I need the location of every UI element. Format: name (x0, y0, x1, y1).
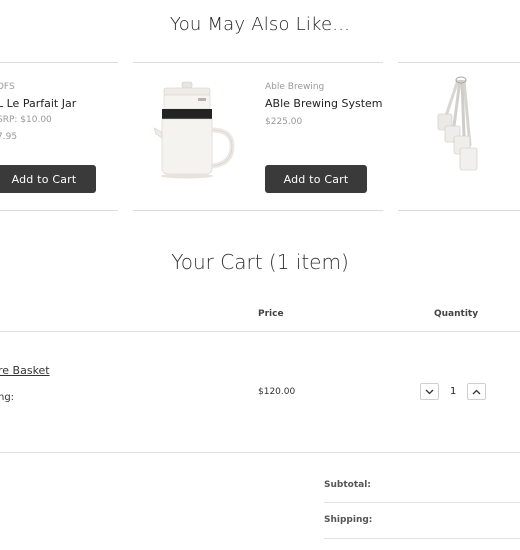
card-bottom-border (133, 210, 383, 211)
price-column-header: Price (258, 309, 284, 319)
measuring-spoons-product-image[interactable] (436, 76, 482, 178)
summary-divider (324, 538, 520, 539)
chevron-down-icon (425, 389, 434, 394)
subtotal-label: Subtotal: (324, 480, 371, 490)
cart-row-divider (0, 452, 520, 453)
cart-item-price: $120.00 (258, 387, 296, 397)
cart-item-option: ng: (0, 392, 15, 403)
product-name-link[interactable]: ABle Brewing System (265, 97, 383, 110)
card-bottom-border (0, 210, 118, 211)
product-price: $225.00 (265, 117, 303, 127)
cart-title: Your Cart (1 item) (171, 250, 349, 274)
add-to-cart-button[interactable]: Add to Cart (265, 165, 367, 193)
card-bottom-border (398, 210, 520, 211)
product-price: SRP: $10.00 (0, 115, 52, 125)
card-top-border (133, 62, 383, 63)
table-header-divider (0, 331, 520, 332)
card-top-border (398, 62, 520, 63)
summary-divider (324, 502, 520, 503)
product-brand: DFS (0, 82, 15, 92)
quantity-value[interactable]: 1 (450, 386, 456, 397)
shipping-label: Shipping: (324, 515, 373, 525)
chevron-up-icon (472, 389, 481, 394)
quantity-decrease-button[interactable] (420, 383, 439, 400)
card-top-border (0, 62, 118, 63)
cart-item-name-link[interactable]: re Basket (0, 364, 50, 377)
recommendations-title: You May Also Like... (169, 14, 351, 35)
quantity-column-header: Quantity (434, 309, 479, 319)
product-sale-price: 7.95 (0, 132, 18, 142)
brewing-system-product-image[interactable] (152, 80, 240, 180)
product-name-link[interactable]: L Le Parfait Jar (0, 97, 76, 110)
product-brand: Able Brewing (265, 82, 325, 92)
quantity-increase-button[interactable] (467, 383, 486, 400)
add-to-cart-button[interactable]: Add to Cart (0, 165, 96, 193)
